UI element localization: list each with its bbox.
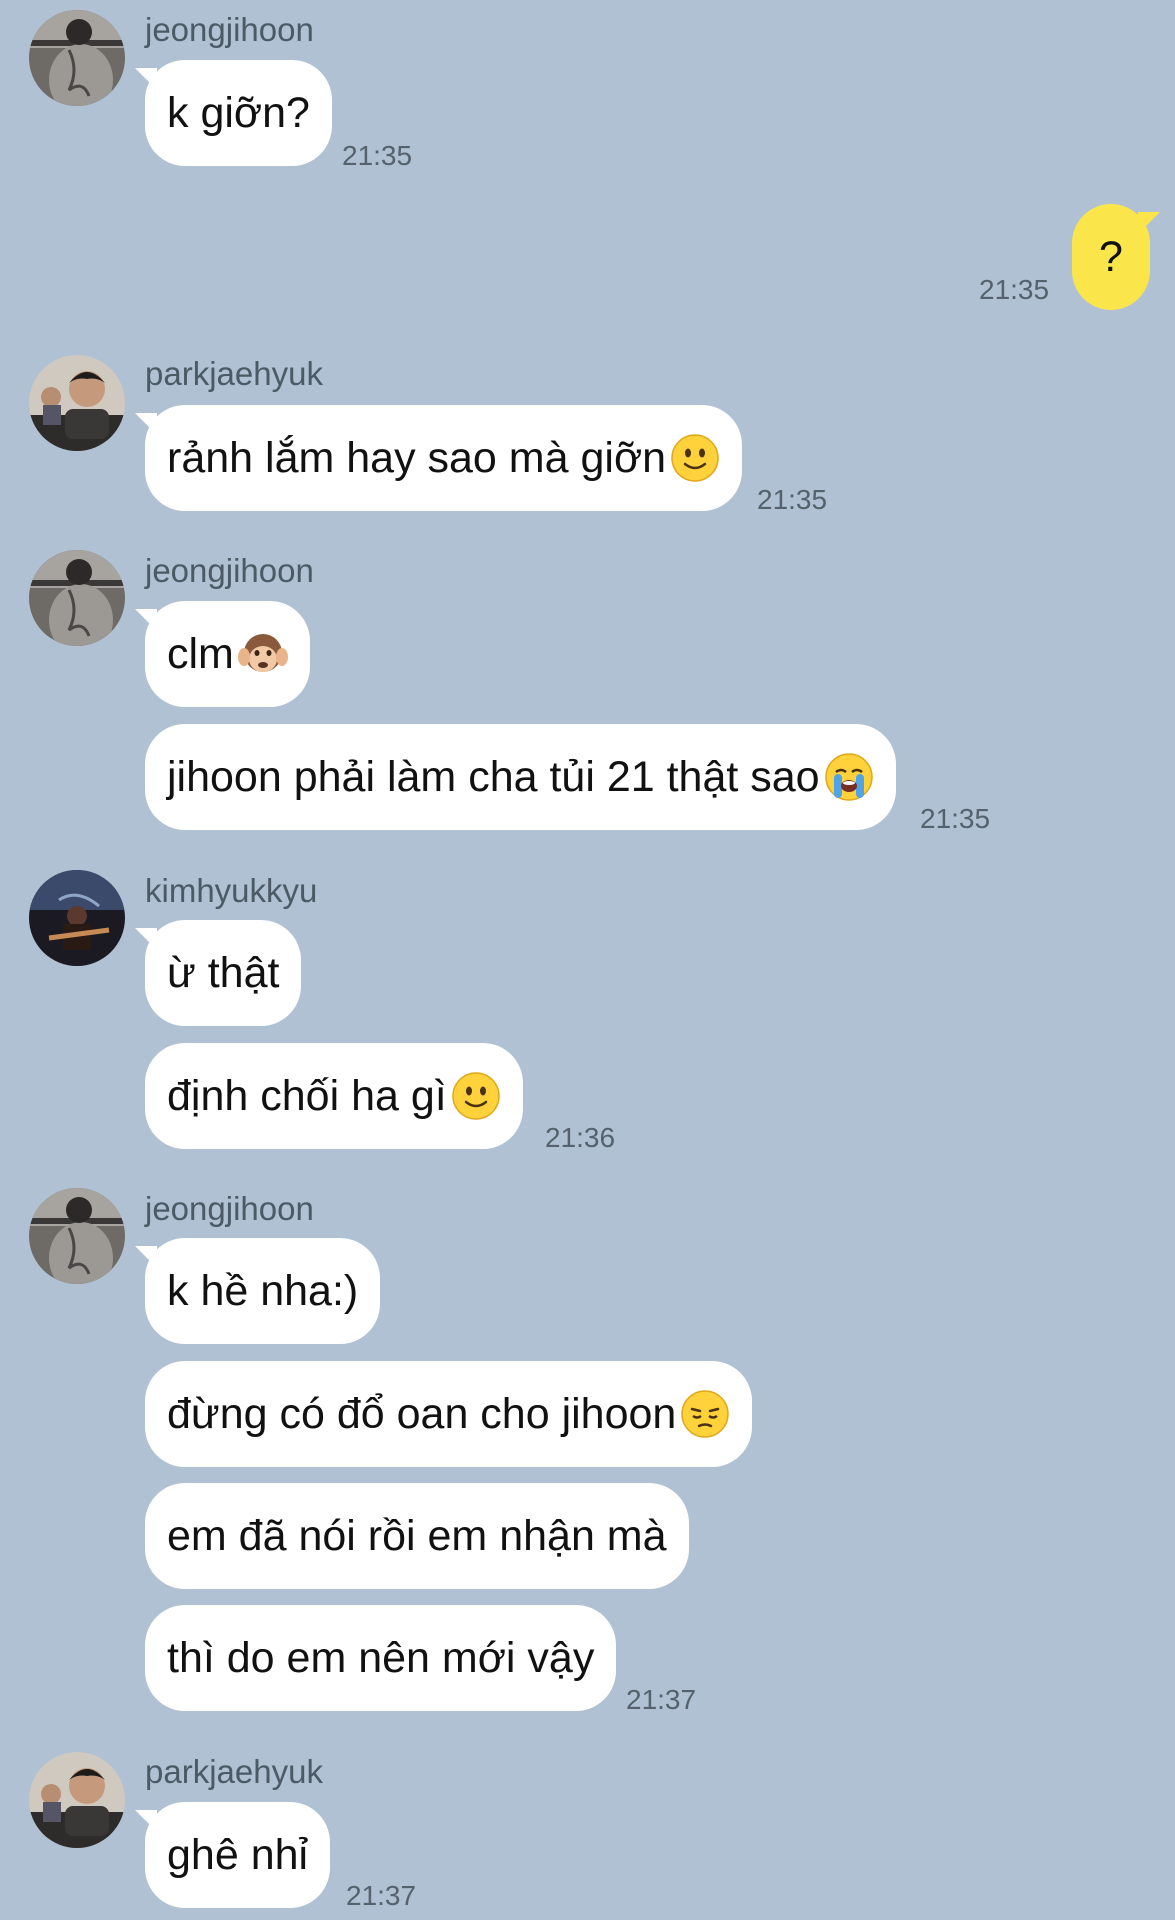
avatar-image	[29, 355, 125, 451]
message-text: định chối ha gì	[167, 1071, 447, 1120]
sender-name: jeongjihoon	[145, 1190, 314, 1227]
message-bubble[interactable]: k hề nha:)	[134, 1238, 381, 1344]
sender-name: jeongjihoon	[145, 552, 314, 589]
avatar-parkjaehyuk[interactable]	[29, 355, 125, 451]
message-text: em đã nói rồi em nhận mà	[167, 1511, 667, 1560]
avatar-kimhyukkyu[interactable]	[29, 870, 125, 966]
avatar-image	[29, 550, 125, 646]
message-bubble[interactable]: rảnh lắm hay sao mà giỡn	[134, 405, 743, 511]
message-bubble[interactable]: k giỡn?	[135, 60, 332, 166]
message-time: 21:36	[545, 1122, 616, 1153]
my-message-bubble[interactable]: ?	[1072, 204, 1160, 310]
sender-name: parkjaehyuk	[145, 1753, 323, 1790]
message-bubble[interactable]: em đã nói rồi em nhận mà	[145, 1483, 689, 1589]
avatar-parkjaehyuk[interactable]	[29, 1752, 125, 1848]
slightly-smiling-face-emoji	[670, 433, 720, 483]
message-time: 21:37	[346, 1880, 417, 1911]
message-time: 21:35	[920, 803, 991, 834]
message-time: 21:35	[979, 274, 1050, 305]
message-text: thì do em nên mới vậy	[167, 1633, 595, 1682]
pensive-face-emoji	[680, 1389, 730, 1439]
message-text: ?	[1099, 232, 1123, 281]
avatar-image	[29, 1188, 125, 1284]
message-bubble[interactable]: ừ thật	[134, 920, 302, 1026]
message-time: 21:37	[626, 1684, 697, 1715]
message-bubble[interactable]: clm	[135, 601, 310, 707]
message-text: clm	[167, 629, 234, 678]
message-text: rảnh lắm hay sao mà giỡn	[167, 433, 667, 482]
message-text: ừ thật	[167, 948, 280, 997]
loudly-crying-face-emoji	[824, 752, 874, 802]
message-bubble[interactable]: thì do em nên mới vậy	[145, 1605, 617, 1711]
avatar-image	[29, 1752, 125, 1848]
message-text: jihoon phải làm cha tủi 21 thật sao	[167, 752, 820, 801]
hear-no-evil-monkey-emoji	[238, 629, 288, 679]
message-text: k hề nha:)	[167, 1266, 359, 1315]
message-bubble[interactable]: đừng có đổ oan cho jihoon	[145, 1361, 753, 1467]
avatar-image	[29, 870, 125, 966]
avatar-jeongjihoon[interactable]	[29, 1188, 125, 1284]
sender-name: jeongjihoon	[145, 11, 314, 48]
message-time: 21:35	[757, 484, 828, 515]
avatar-jeongjihoon[interactable]	[29, 550, 125, 646]
avatar-image	[29, 10, 125, 106]
sender-name: parkjaehyuk	[145, 355, 323, 392]
message-text: k giỡn?	[167, 88, 310, 137]
message-bubble[interactable]: định chối ha gì	[145, 1043, 523, 1149]
message-bubble[interactable]: jihoon phải làm cha tủi 21 thật sao	[145, 724, 896, 830]
message-time: 21:35	[342, 140, 413, 171]
message-bubble[interactable]: ghê nhỉ	[134, 1802, 331, 1908]
slightly-smiling-face-emoji	[451, 1071, 501, 1121]
message-text: ghê nhỉ	[167, 1830, 309, 1879]
avatar-jeongjihoon[interactable]	[29, 10, 125, 106]
sender-name: kimhyukkyu	[145, 872, 318, 909]
message-text: đừng có đổ oan cho jihoon	[167, 1389, 677, 1438]
